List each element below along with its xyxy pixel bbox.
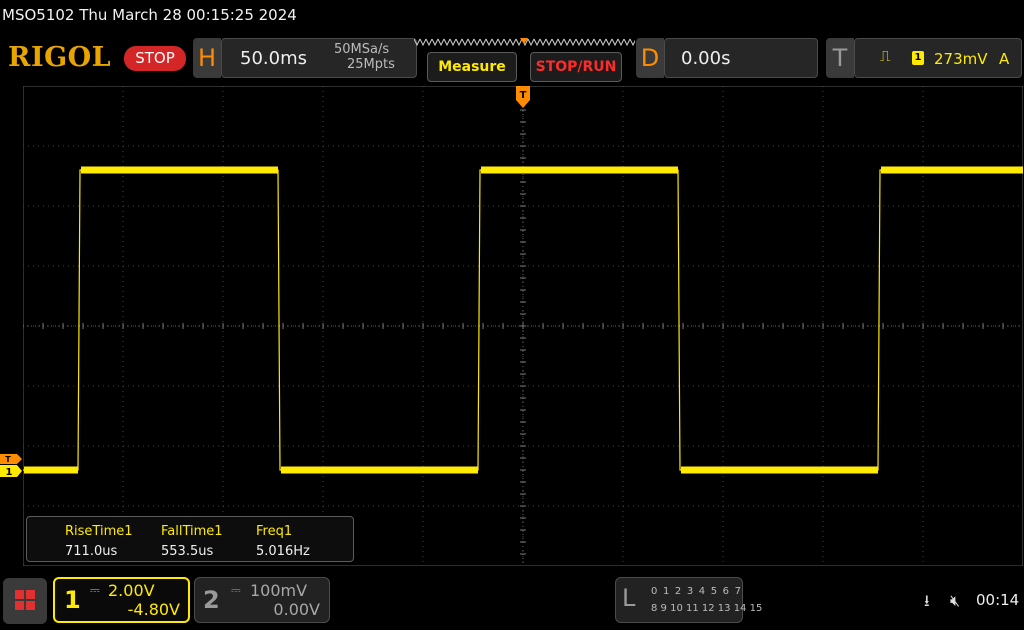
- ch1-scale: 2.00V: [108, 581, 155, 600]
- delay-menu-button[interactable]: D: [636, 38, 664, 78]
- ch1-number: 1: [64, 586, 81, 614]
- ch1-ground-label: 1: [6, 467, 13, 478]
- horizontal-menu-button[interactable]: H: [193, 38, 221, 78]
- ch1-waveform-level-segment: [81, 166, 278, 174]
- delay-value: 0.00s: [681, 48, 731, 69]
- rising-edge-icon: ⎍: [880, 47, 891, 65]
- menu-grid-icon: [3, 578, 47, 624]
- measurement-table[interactable]: RiseTime1 FallTime1 Freq1 711.0us 553.5u…: [26, 516, 354, 562]
- memory-overview-bar: [414, 38, 635, 47]
- trigger-source-badge: 1: [912, 51, 924, 65]
- ch2-offset: 0.00V: [273, 600, 320, 619]
- stop-run-button[interactable]: STOP/RUN: [530, 52, 622, 82]
- speaker-muted-icon[interactable]: 🔇︎: [950, 591, 960, 611]
- run-status-badge[interactable]: STOP: [124, 46, 186, 71]
- ch1-waveform-level-segment: [24, 466, 78, 474]
- window-title: MSO5102 Thu March 28 00:15:25 2024: [2, 6, 297, 24]
- measure-header-freq: Freq1: [256, 524, 293, 539]
- memory-depth: 25Mpts: [347, 57, 395, 72]
- usb-icon: ⭳: [924, 591, 930, 610]
- la-channels-row1: 0 1 2 3 4 5 6 7: [651, 586, 743, 597]
- ch2-scale: 100mV: [250, 581, 308, 600]
- trigger-menu-button[interactable]: T: [826, 38, 854, 78]
- measure-header-rise: RiseTime1: [65, 524, 133, 539]
- ch1-waveform-level-segment: [481, 166, 678, 174]
- measure-header-fall: FallTime1: [161, 524, 223, 539]
- ch2-number: 2: [203, 586, 220, 614]
- measure-button[interactable]: Measure: [427, 52, 517, 82]
- measure-value-fall: 553.5us: [161, 544, 214, 559]
- ch1-waveform-level-segment: [881, 166, 1023, 174]
- la-letter: L: [622, 584, 636, 612]
- navigation-menu-button[interactable]: [3, 578, 47, 624]
- ch1-ground-marker[interactable]: T 1: [0, 454, 23, 478]
- measure-value-rise: 711.0us: [65, 544, 118, 559]
- ch1-trigger-level-label: T: [5, 455, 11, 464]
- trigger-position-label: T: [520, 90, 527, 101]
- trigger-mode: A: [999, 50, 1010, 68]
- ch1-waveform-level-segment: [281, 466, 478, 474]
- la-channels-row2: 8 9 10 11 12 13 14 15: [651, 603, 763, 614]
- sample-rate: 50MSa/s: [334, 42, 390, 57]
- rigol-logo: RIGOL: [8, 42, 112, 73]
- timebase-scale: 50.0ms: [240, 48, 307, 69]
- dc-coupling-icon: ⎓: [231, 583, 241, 597]
- trigger-position-marker[interactable]: T: [516, 86, 530, 110]
- system-clock: 00:14: [976, 591, 1020, 609]
- dc-coupling-icon: ⎓: [90, 583, 100, 597]
- ch1-waveform-level-segment: [681, 466, 878, 474]
- waveform-display[interactable]: [23, 86, 1023, 566]
- measure-value-freq: 5.016Hz: [256, 544, 310, 559]
- ch1-offset: -4.80V: [127, 600, 180, 619]
- trigger-level: 273mV: [934, 50, 988, 68]
